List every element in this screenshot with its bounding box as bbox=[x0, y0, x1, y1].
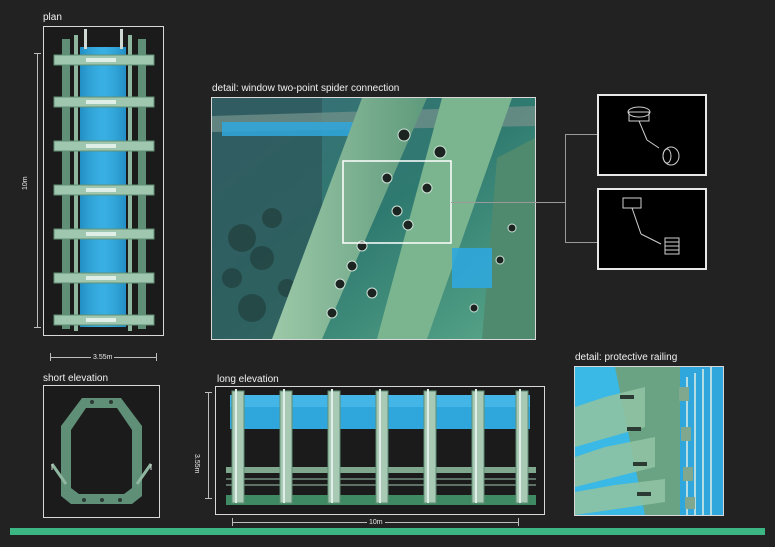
plan-height-dim: 10m bbox=[22, 176, 29, 190]
spider-callout-bottom bbox=[597, 188, 707, 270]
railing-render-svg bbox=[575, 367, 723, 515]
long-elevation-svg bbox=[216, 387, 544, 514]
detail-spider-title: detail: window two-point spider connecti… bbox=[212, 83, 400, 94]
long-elevation-title: long elevation bbox=[217, 374, 279, 385]
plan-svg bbox=[44, 27, 163, 335]
detail-railing-render bbox=[574, 366, 724, 516]
callout-connector bbox=[451, 202, 565, 203]
plan-title: plan bbox=[43, 12, 62, 23]
plan-width-dim: 3.55m bbox=[91, 354, 115, 361]
accent-footer-bar bbox=[10, 528, 765, 535]
short-elevation-title: short elevation bbox=[43, 373, 109, 384]
detail-railing-title: detail: protective railing bbox=[575, 352, 678, 363]
spider-fitting-sketch-2 bbox=[622, 197, 680, 255]
detail-spider-render bbox=[211, 97, 536, 340]
short-elevation-drawing bbox=[43, 385, 160, 518]
spider-callout-top bbox=[597, 94, 707, 176]
spider-render-svg bbox=[212, 98, 535, 339]
short-elevation-svg bbox=[44, 386, 159, 517]
long-length-dim: 10m bbox=[367, 519, 385, 526]
plan-drawing bbox=[43, 26, 164, 336]
long-elevation-drawing bbox=[215, 386, 545, 515]
long-height-dim-line bbox=[208, 392, 209, 498]
plan-height-dim-line bbox=[37, 53, 38, 327]
spider-fitting-sketch-1 bbox=[627, 106, 680, 166]
long-height-dim: 3.55m bbox=[193, 452, 200, 476]
